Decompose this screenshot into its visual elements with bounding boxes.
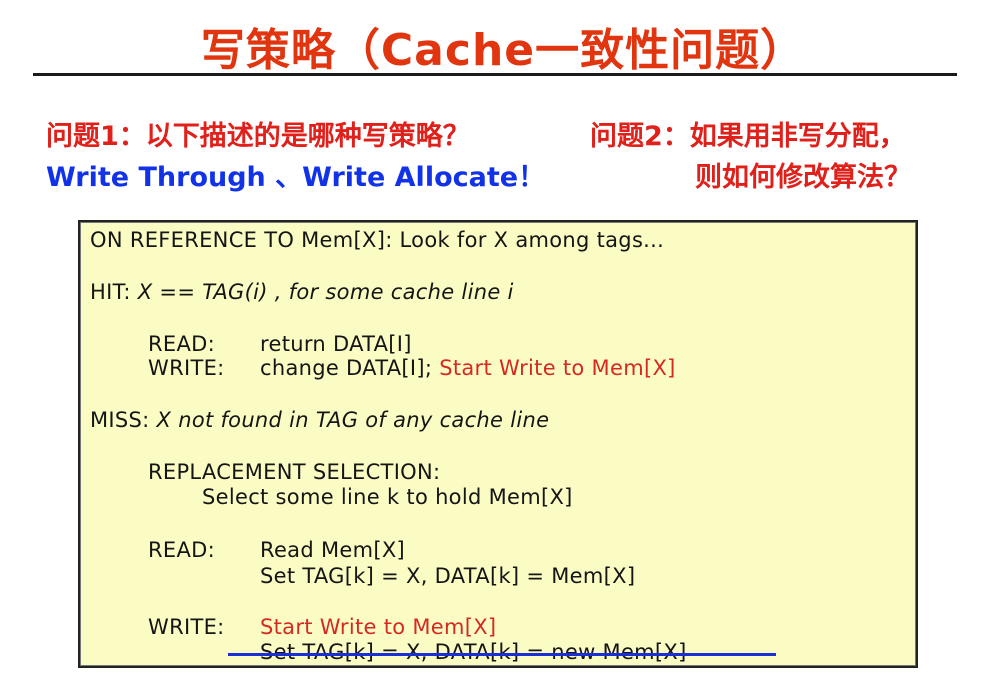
miss-read-label: READ: xyxy=(148,538,215,562)
hit-write-action: Start Write to Mem[X] xyxy=(439,356,676,380)
hit-label: HIT: xyxy=(90,280,131,304)
hit-write-line: WRITE: change DATA[I]; Start Write to Mem… xyxy=(148,356,676,380)
hit-condition: X == TAG(i) , for some cache line i xyxy=(137,280,514,304)
hit-read-line: READ: return DATA[I] xyxy=(148,332,412,356)
hit-read-text: return DATA[I] xyxy=(260,332,412,356)
on-reference-line: ON REFERENCE TO Mem[X]: Look for X among… xyxy=(90,228,665,252)
question-2-line-1: 问题2：如果用非写分配， xyxy=(590,121,906,152)
miss-write-label: WRITE: xyxy=(148,615,225,639)
miss-read-text-2: Set TAG[k] = X, DATA[k] = Mem[X] xyxy=(260,564,636,588)
hit-line: HIT: X == TAG(i) , for some cache line i xyxy=(90,280,514,304)
slide-title: 写策略（Cache一致性问题） xyxy=(200,25,806,76)
miss-write-struck-text: Set TAG[k] = X, DATA[k] = new Mem[X] xyxy=(260,640,687,664)
hit-read-label: READ: xyxy=(148,332,215,356)
strikethrough-line xyxy=(228,653,776,656)
miss-read-text-1: Read Mem[X] xyxy=(260,538,406,562)
miss-condition: X not found in TAG of any cache line xyxy=(156,408,550,432)
miss-read-line: READ: Read Mem[X] xyxy=(148,538,405,562)
miss-write-action: Start Write to Mem[X] xyxy=(260,615,497,639)
replacement-label: REPLACEMENT SELECTION: xyxy=(148,460,441,484)
question-1: 问题1：以下描述的是哪种写策略？ xyxy=(46,121,470,152)
title-divider xyxy=(33,73,957,76)
question-1-answer: Write Through 、Write Allocate！ xyxy=(46,162,546,193)
replacement-text: Select some line k to hold Mem[X] xyxy=(202,485,573,509)
hit-write-label: WRITE: xyxy=(148,356,225,380)
hit-write-text: change DATA[I]; xyxy=(260,356,433,380)
miss-line: MISS: X not found in TAG of any cache li… xyxy=(90,408,549,432)
miss-label: MISS: xyxy=(90,408,150,432)
miss-write-line: WRITE: Start Write to Mem[X] xyxy=(148,615,496,639)
algorithm-panel: ON REFERENCE TO Mem[X]: Look for X among… xyxy=(78,220,918,668)
question-2-line-2: 则如何修改算法？ xyxy=(695,162,911,193)
